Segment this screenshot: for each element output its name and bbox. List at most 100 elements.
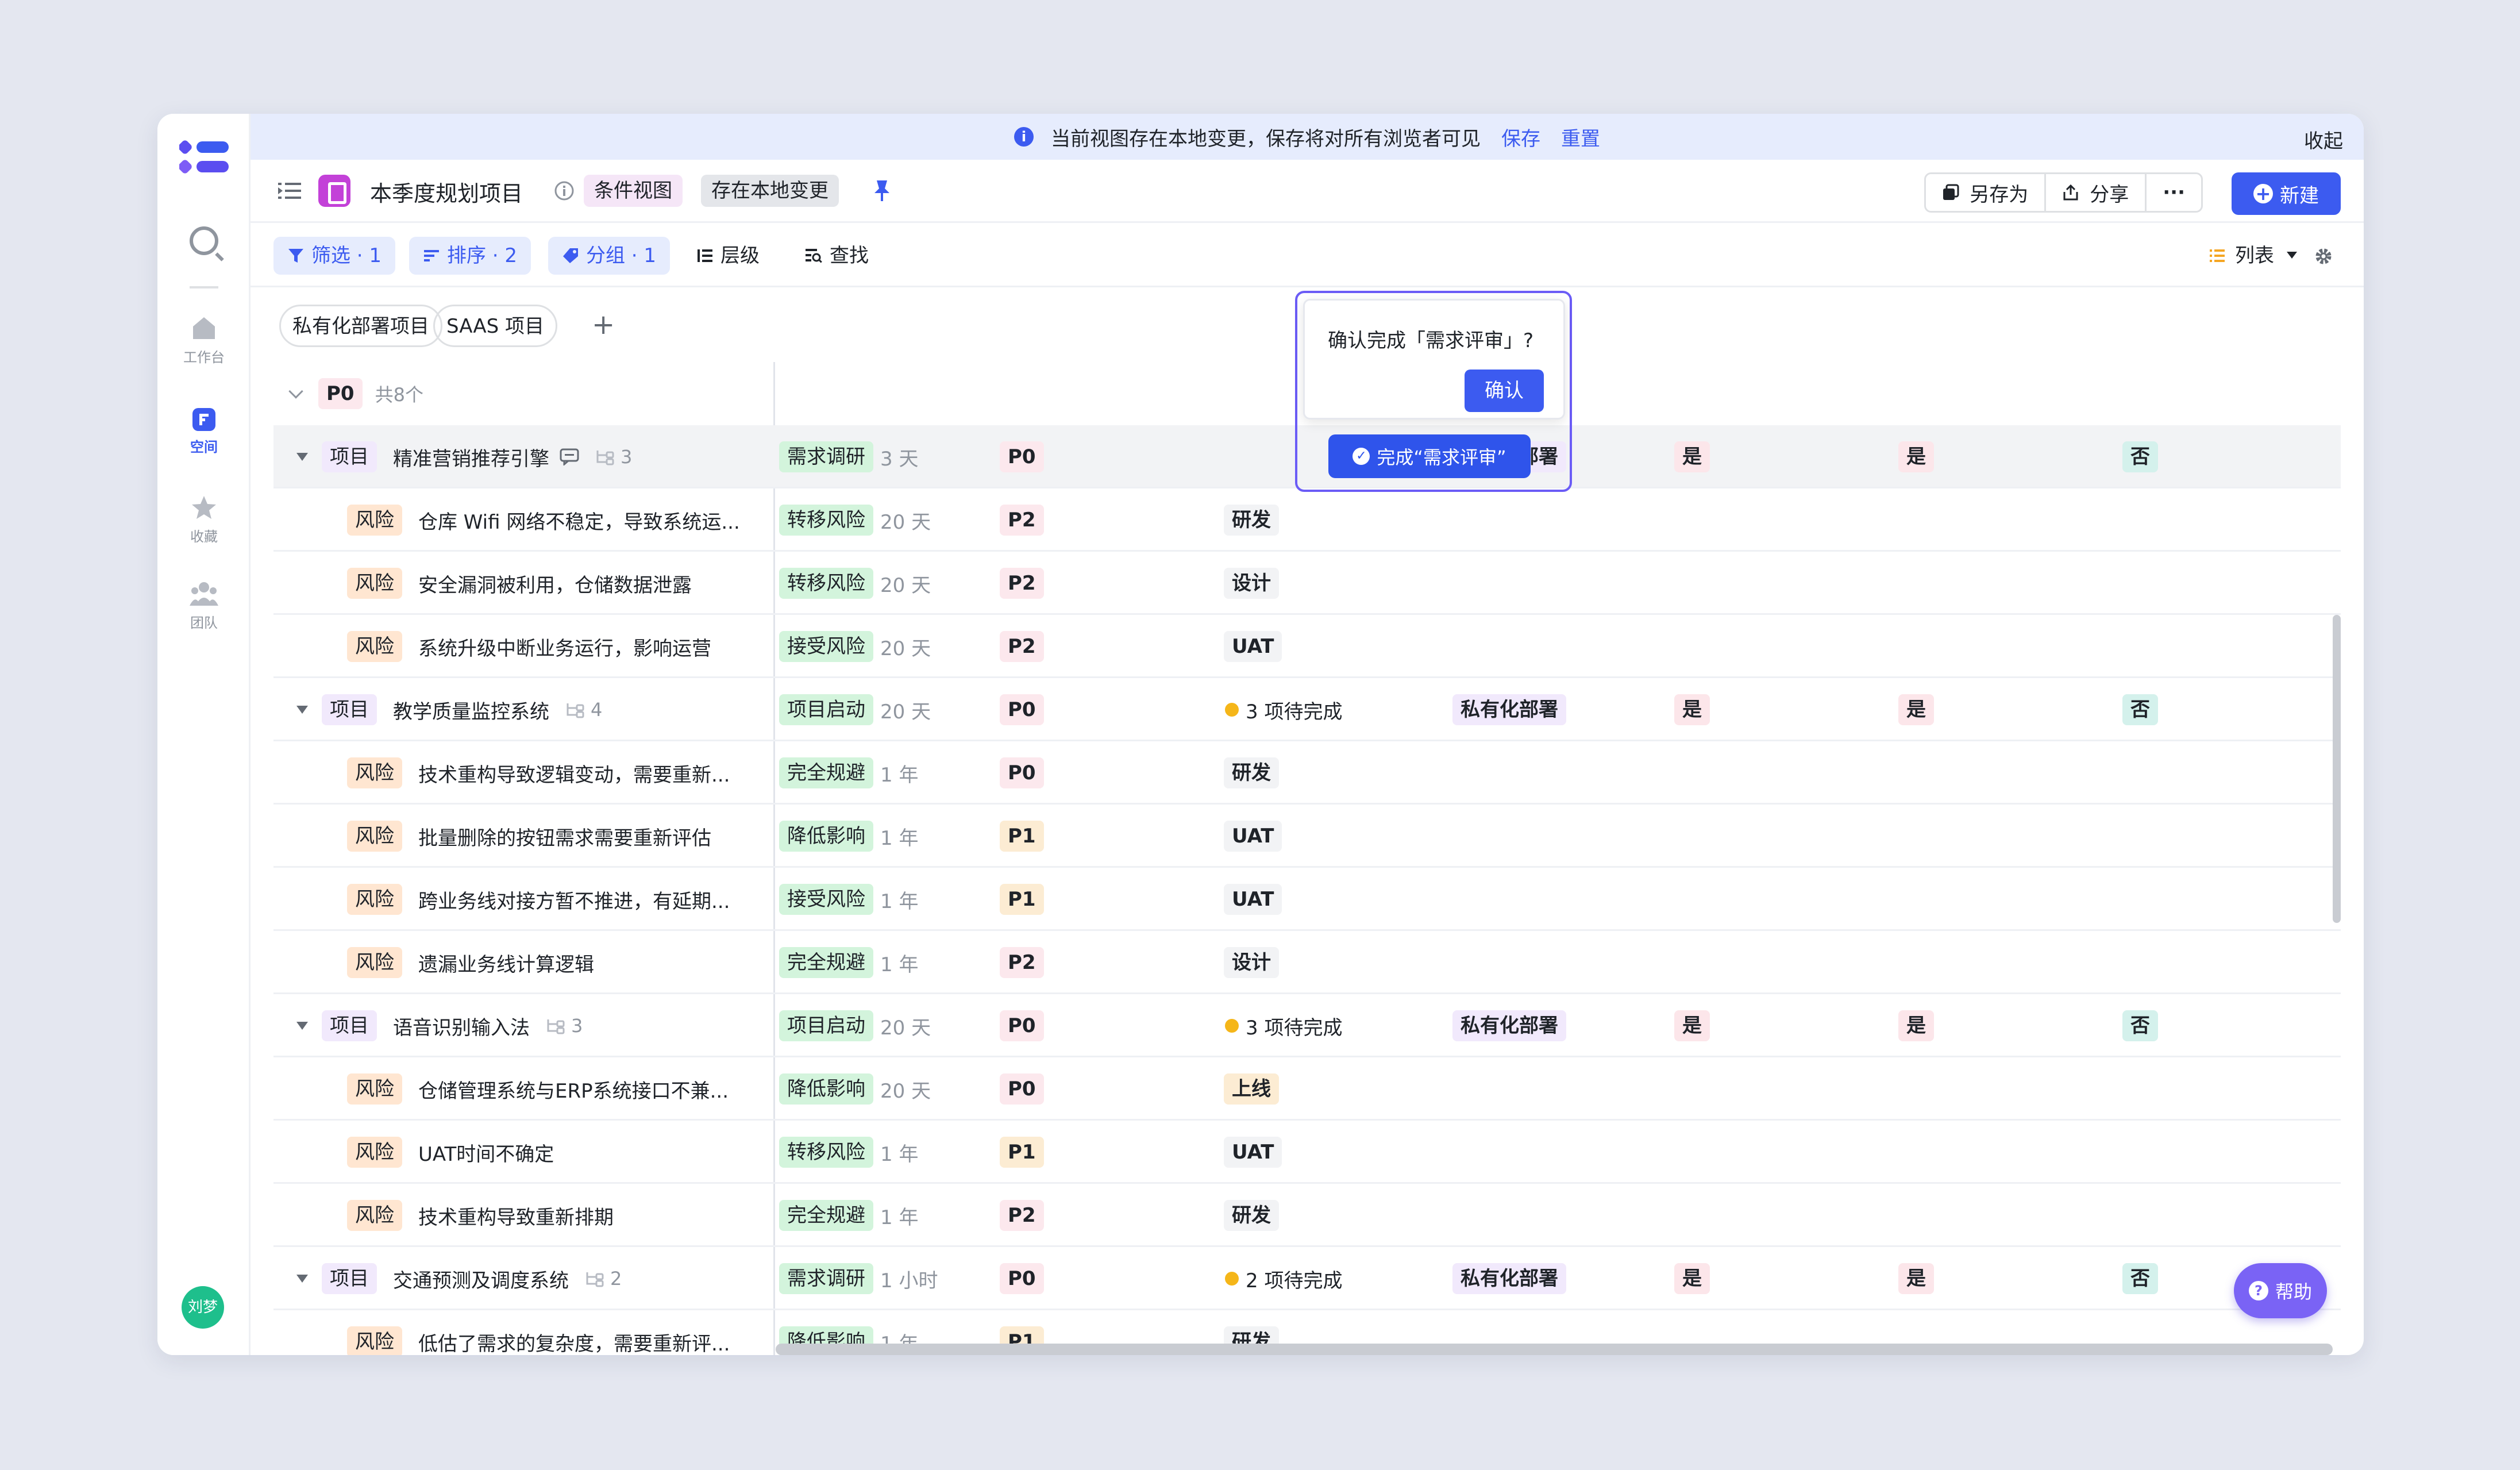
collapse-button[interactable]: 收起 <box>2304 125 2343 153</box>
phase-tag[interactable]: 设计 <box>1224 947 1279 978</box>
priority-tag[interactable]: P0 <box>1000 441 1044 472</box>
group-button[interactable]: 分组 · 1 <box>548 237 671 275</box>
row-title[interactable]: 系统升级中断业务运行，影响运营 <box>418 633 711 661</box>
row-title[interactable]: 低估了需求的复杂度，需要重新评... <box>418 1328 730 1356</box>
phase-tag[interactable]: UAT <box>1224 884 1282 915</box>
stage-tag[interactable]: 转移风险 <box>779 568 873 599</box>
expand-toggle-icon[interactable] <box>296 1022 308 1030</box>
sidebar-item-team[interactable]: 团队 <box>157 580 251 632</box>
priority-tag[interactable]: P0 <box>1000 1263 1044 1294</box>
priority-tag[interactable]: P2 <box>1000 947 1044 978</box>
horizontal-scrollbar[interactable] <box>776 1344 2333 1355</box>
project-row[interactable]: 项目 教学质量监控系统 4 项目启动 20 天 P0 3 项待完成 私有化部署 是 是 否 <box>273 678 2341 741</box>
priority-tag[interactable]: P0 <box>1000 757 1044 788</box>
stage-tag[interactable]: 需求调研 <box>779 1263 873 1294</box>
stage-tag[interactable]: 项目启动 <box>779 1010 873 1041</box>
risk-row[interactable]: 风险 技术重构导致重新排期 完全规避 1 年 P2 研发 <box>273 1184 2341 1247</box>
phase-tag[interactable]: UAT <box>1224 1137 1282 1168</box>
stage-tag[interactable]: 接受风险 <box>779 631 873 662</box>
priority-tag[interactable]: P1 <box>1000 1137 1044 1168</box>
risk-row[interactable]: 风险 技术重构导致逻辑变动，需要重新... 完全规避 1 年 P0 研发 <box>273 741 2341 805</box>
help-button[interactable]: ? 帮助 <box>2234 1263 2327 1318</box>
row-title[interactable]: 跨业务线对接方暂不推进，有延期... <box>418 886 730 914</box>
deploy-tag[interactable]: 私有化部署 <box>1452 1010 1566 1041</box>
deploy-tag[interactable]: 私有化部署 <box>1452 694 1566 725</box>
phase-tag[interactable]: 设计 <box>1224 568 1279 599</box>
comment-icon[interactable] <box>560 448 579 465</box>
expand-toggle-icon[interactable] <box>296 706 308 714</box>
stage-tag[interactable]: 完全规避 <box>779 947 873 978</box>
pending-status[interactable]: 3 项待完成 <box>1246 696 1342 724</box>
stage-tag[interactable]: 需求调研 <box>779 441 873 472</box>
flag-tag-1[interactable]: 是 <box>1674 1010 1710 1041</box>
phase-tag[interactable]: 研发 <box>1224 757 1279 788</box>
row-title[interactable]: 仓库 Wifi 网络不稳定，导致系统运... <box>418 506 740 534</box>
sidebar-item-space[interactable]: 空间 <box>157 408 251 456</box>
quick-filter-private[interactable]: 私有化部署项目 <box>279 305 442 347</box>
phase-tag[interactable]: UAT <box>1224 631 1282 662</box>
flag-tag-2[interactable]: 是 <box>1898 1010 1934 1041</box>
vertical-scrollbar[interactable] <box>2333 615 2341 923</box>
reset-link[interactable]: 重置 <box>1561 123 1600 151</box>
project-row[interactable]: 项目 语音识别输入法 3 项目启动 20 天 P0 3 项待完成 私有化部署 是 是 否 <box>273 994 2341 1057</box>
priority-tag[interactable]: P1 <box>1000 821 1044 852</box>
risk-row[interactable]: 风险 系统升级中断业务运行，影响运营 接受风险 20 天 P2 UAT <box>273 615 2341 678</box>
pending-status[interactable]: 2 项待完成 <box>1246 1265 1342 1293</box>
phase-tag[interactable]: 研发 <box>1224 1200 1279 1231</box>
complete-review-button[interactable]: ✓ 完成“需求评审” <box>1328 434 1531 478</box>
risk-row[interactable]: 风险 安全漏洞被利用，仓储数据泄露 转移风险 20 天 P2 设计 <box>273 552 2341 615</box>
row-title[interactable]: 精准营销推荐引擎 <box>393 443 549 471</box>
flag-tag-2[interactable]: 是 <box>1898 694 1934 725</box>
flag-tag-1[interactable]: 是 <box>1674 1263 1710 1294</box>
row-title[interactable]: 批量删除的按钮需求需要重新评估 <box>418 822 711 851</box>
flag-tag-3[interactable]: 否 <box>2122 1263 2158 1294</box>
risk-row[interactable]: 风险 UAT时间不确定 转移风险 1 年 P1 UAT <box>273 1121 2341 1184</box>
more-button[interactable]: ··· <box>2147 174 2201 211</box>
priority-tag[interactable]: P0 <box>1000 694 1044 725</box>
stage-tag[interactable]: 完全规避 <box>779 1200 873 1231</box>
pending-status[interactable]: 3 项待完成 <box>1246 1012 1342 1040</box>
project-row[interactable]: 项目 交通预测及调度系统 2 需求调研 1 小时 P0 2 项待完成 私有化部署 是 是 否 <box>273 1247 2341 1310</box>
quick-filter-saas[interactable]: SAAS 项目 <box>433 305 558 347</box>
save-link[interactable]: 保存 <box>1501 123 1540 151</box>
flag-tag-3[interactable]: 否 <box>2122 441 2158 472</box>
stage-tag[interactable]: 完全规避 <box>779 757 873 788</box>
expand-toggle-icon[interactable] <box>296 453 308 461</box>
sidebar-toggle-icon[interactable] <box>278 180 301 201</box>
level-button[interactable]: 层级 <box>683 237 773 275</box>
search-icon[interactable] <box>190 226 218 255</box>
stage-tag[interactable]: 降低影响 <box>779 821 873 852</box>
stage-tag[interactable]: 项目启动 <box>779 694 873 725</box>
stage-tag[interactable]: 转移风险 <box>779 505 873 536</box>
confirm-button[interactable]: 确认 <box>1465 370 1544 412</box>
flag-tag-1[interactable]: 是 <box>1674 694 1710 725</box>
risk-row[interactable]: 风险 遗漏业务线计算逻辑 完全规避 1 年 P2 设计 <box>273 931 2341 994</box>
flag-tag-2[interactable]: 是 <box>1898 1263 1934 1294</box>
filter-button[interactable]: 筛选 · 1 <box>273 237 396 275</box>
row-title[interactable]: 交通预测及调度系统 <box>393 1265 569 1293</box>
flag-tag-3[interactable]: 否 <box>2122 1010 2158 1041</box>
priority-tag[interactable]: P1 <box>1000 884 1044 915</box>
priority-tag[interactable]: P2 <box>1000 505 1044 536</box>
priority-tag[interactable]: P2 <box>1000 631 1044 662</box>
stage-tag[interactable]: 降低影响 <box>779 1073 873 1105</box>
view-mode-select[interactable]: 列表 <box>2209 237 2297 275</box>
flag-tag-2[interactable]: 是 <box>1898 441 1934 472</box>
priority-tag[interactable]: P2 <box>1000 1200 1044 1231</box>
deploy-tag[interactable]: 私有化部署 <box>1452 1263 1566 1294</box>
sidebar-item-favorites[interactable]: 收藏 <box>157 494 251 545</box>
row-title[interactable]: 技术重构导致重新排期 <box>418 1202 614 1230</box>
risk-row[interactable]: 风险 仓库 Wifi 网络不稳定，导致系统运... 转移风险 20 天 P2 研发 <box>273 488 2341 552</box>
gear-icon[interactable] <box>2314 247 2333 265</box>
sidebar-item-workbench[interactable]: 工作台 <box>157 315 251 366</box>
row-title[interactable]: 遗漏业务线计算逻辑 <box>418 949 594 977</box>
share-button[interactable]: 分享 <box>2046 174 2147 211</box>
new-button[interactable]: + 新建 <box>2232 172 2341 215</box>
pin-icon[interactable] <box>872 179 892 202</box>
chevron-down-icon[interactable] <box>288 384 303 399</box>
row-title[interactable]: 教学质量监控系统 <box>393 696 549 724</box>
sort-button[interactable]: 排序 · 2 <box>409 237 531 275</box>
risk-row[interactable]: 风险 批量删除的按钮需求需要重新评估 降低影响 1 年 P1 UAT <box>273 805 2341 868</box>
stage-tag[interactable]: 转移风险 <box>779 1137 873 1168</box>
app-logo[interactable] <box>179 137 229 178</box>
